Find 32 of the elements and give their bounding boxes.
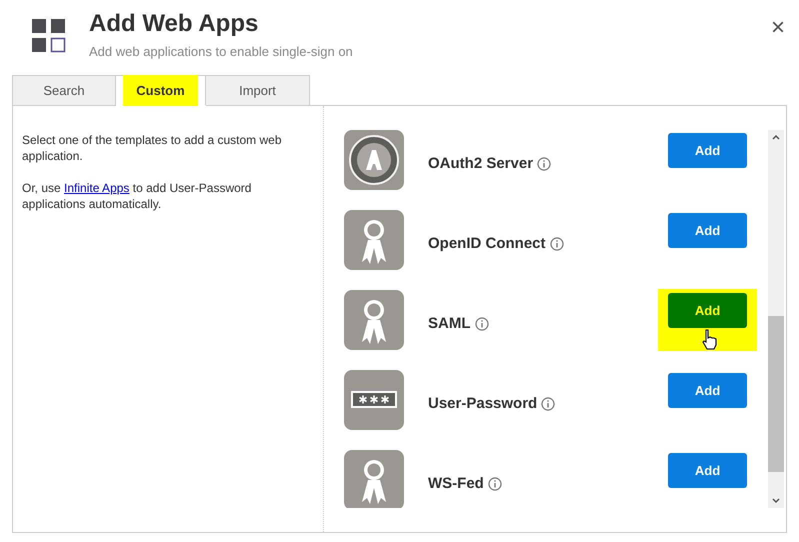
tab[interactable]: Import <box>206 75 310 106</box>
dialog-subtitle: Add web applications to enable single-sign on <box>89 43 353 61</box>
app-name: OAuth2 Server <box>428 154 534 174</box>
info-icon[interactable] <box>474 317 488 332</box>
info-icon[interactable] <box>537 157 552 172</box>
password-icon <box>344 370 404 430</box>
add-button[interactable]: Add <box>668 213 747 248</box>
infinite-apps-link[interactable]: Infinite Apps <box>64 181 130 195</box>
app-name: SAML <box>428 314 470 334</box>
info-icon[interactable] <box>488 477 502 492</box>
tab[interactable]: Search <box>12 75 116 106</box>
ribbon-award-icon <box>344 210 404 270</box>
add-button[interactable]: Add <box>668 293 747 328</box>
dialog-title: Add Web Apps <box>89 10 260 38</box>
close-button[interactable]: × <box>770 16 785 40</box>
add-button[interactable]: Add <box>668 133 747 168</box>
instruction-text: Or, use Infinite Apps to add User-Password applications automatically. <box>22 180 252 212</box>
info-icon[interactable] <box>541 397 556 412</box>
scrollbar[interactable] <box>768 130 784 508</box>
grid-apps-icon <box>32 19 66 53</box>
ribbon-award-icon <box>344 290 404 350</box>
app-name: User-Password <box>428 394 538 414</box>
tab[interactable]: Custom <box>116 75 206 106</box>
add-button[interactable]: Add <box>668 373 747 408</box>
app-name: WS-Fed <box>428 474 484 494</box>
app-name: OpenID Connect <box>428 234 546 254</box>
instruction-text: Select one of the templates to add a custom web application. <box>22 132 282 164</box>
info-icon[interactable] <box>550 237 564 252</box>
add-button[interactable]: Add <box>668 453 747 488</box>
oauth-badge-icon <box>344 130 404 190</box>
ribbon-award-icon <box>344 450 404 508</box>
hand-cursor-icon <box>702 329 718 351</box>
